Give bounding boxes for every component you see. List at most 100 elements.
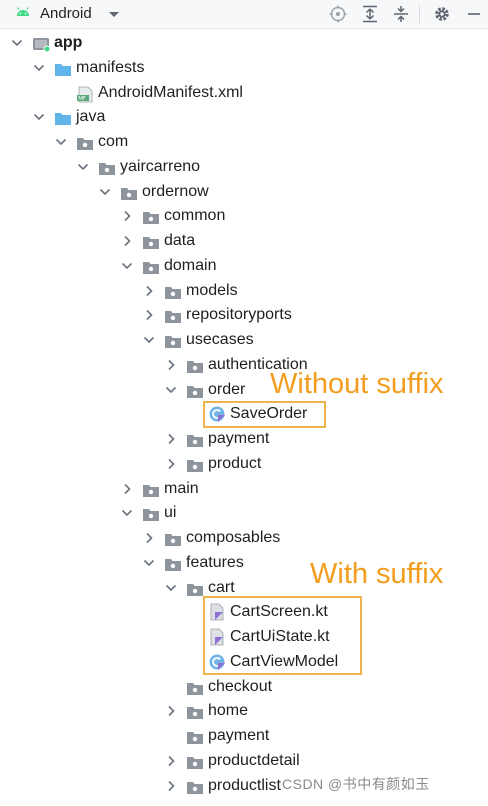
package-icon: [142, 482, 160, 497]
tree-item[interactable]: payment: [0, 427, 488, 452]
tree-item[interactable]: repositoryports: [0, 303, 488, 328]
tree-item[interactable]: productdetail: [0, 749, 488, 774]
tree-item-label: payment: [208, 430, 270, 447]
package-icon: [186, 457, 204, 472]
tree-item-label: product: [208, 454, 262, 472]
package-icon: [186, 779, 204, 794]
tree-item-label: usecases: [186, 331, 254, 348]
package-icon: [142, 209, 160, 225]
folder-icon: [54, 61, 72, 76]
package-icon: [164, 556, 182, 571]
tree-item[interactable]: data: [0, 229, 488, 254]
chevron-down-icon[interactable]: [142, 328, 156, 353]
chevron-right-icon[interactable]: [142, 526, 156, 551]
view-selector[interactable]: Android: [40, 4, 92, 24]
chevron-right-icon[interactable]: [142, 303, 156, 328]
tree-item[interactable]: payment: [0, 724, 488, 749]
tree-item-label: data: [164, 232, 196, 249]
chevron-right-icon[interactable]: [142, 279, 156, 304]
chevron-right-icon[interactable]: [120, 204, 134, 229]
package-icon: [98, 160, 116, 175]
view-selector-label: Android: [40, 5, 92, 22]
tree-item-label: ui: [164, 504, 177, 522]
toolbar-divider: [419, 5, 420, 23]
chevron-right-icon[interactable]: [164, 699, 178, 724]
tree-item[interactable]: yaircarreno: [0, 155, 488, 180]
highlight-box-with-suffix: [203, 596, 362, 675]
package-icon: [164, 531, 182, 546]
settings-icon[interactable]: [432, 4, 452, 24]
chevron-down-icon[interactable]: [10, 31, 24, 56]
tree-item-label: com: [98, 133, 129, 150]
chevron-down-icon[interactable]: [76, 155, 90, 180]
package-icon: [142, 259, 160, 274]
package-icon: [164, 284, 182, 299]
tree-item[interactable]: manifests: [0, 56, 488, 81]
chevron-down-icon[interactable]: [32, 56, 46, 81]
project-view-toolbar: Android: [0, 0, 488, 29]
chevron-down-icon[interactable]: [32, 105, 46, 130]
tree-item[interactable]: MF AndroidManifest.xml: [0, 81, 488, 106]
chevron-right-icon[interactable]: [120, 477, 134, 502]
package-icon: [186, 729, 204, 744]
annotation-without-suffix: Without suffix: [270, 368, 444, 400]
chevron-down-icon[interactable]: [98, 180, 112, 205]
package-icon: [186, 704, 204, 720]
expand-all-icon[interactable]: [360, 4, 380, 24]
hide-icon[interactable]: [465, 4, 483, 24]
android-icon: [14, 4, 32, 24]
module-icon: [32, 36, 51, 53]
package-icon: [186, 432, 204, 447]
package-icon: [120, 185, 138, 200]
tree-item[interactable]: checkout: [0, 675, 488, 700]
chevron-down-icon[interactable]: [164, 576, 178, 601]
chevron-down-icon[interactable]: [120, 501, 134, 526]
tree-item[interactable]: home: [0, 699, 488, 724]
package-icon: [164, 308, 182, 324]
package-icon: [186, 754, 204, 769]
package-icon: [186, 383, 204, 398]
package-icon: [186, 581, 204, 596]
package-icon: [142, 506, 160, 522]
chevron-down-icon[interactable]: [164, 378, 178, 403]
tree-item[interactable]: ui: [0, 501, 488, 526]
tree-item[interactable]: usecases: [0, 328, 488, 353]
tree-item-label: domain: [164, 256, 217, 274]
tree-item[interactable]: common: [0, 204, 488, 229]
chevron-down-icon[interactable]: [120, 254, 134, 279]
tree-item-label: manifests: [76, 58, 145, 76]
tree-item[interactable]: ordernow: [0, 180, 488, 205]
dropdown-icon[interactable]: [107, 5, 121, 25]
tree-item-label: home: [208, 702, 249, 720]
tree-item[interactable]: app: [0, 31, 488, 56]
highlight-box-without-suffix: [203, 401, 326, 428]
folder-icon: [54, 110, 72, 126]
tree-item[interactable]: com: [0, 130, 488, 155]
tree-item-label: productlist: [208, 776, 281, 794]
tree-item-label: checkout: [208, 677, 273, 695]
tree-item[interactable]: models: [0, 279, 488, 304]
tree-item[interactable]: product: [0, 452, 488, 477]
chevron-right-icon[interactable]: [164, 452, 178, 477]
tree-item-label: models: [186, 281, 238, 299]
collapse-all-icon[interactable]: [391, 4, 411, 24]
chevron-right-icon[interactable]: [164, 427, 178, 452]
locate-icon[interactable]: [328, 4, 348, 24]
tree-item-label: app: [54, 34, 83, 51]
tree-item[interactable]: java: [0, 105, 488, 130]
tree-item[interactable]: main: [0, 477, 488, 502]
chevron-right-icon[interactable]: [164, 774, 178, 799]
chevron-down-icon[interactable]: [54, 130, 68, 155]
chevron-right-icon[interactable]: [120, 229, 134, 254]
tree-item-label: features: [186, 553, 244, 571]
tree-item[interactable]: domain: [0, 254, 488, 279]
annotation-with-suffix: With suffix: [310, 558, 444, 590]
chevron-right-icon[interactable]: [164, 749, 178, 774]
chevron-right-icon[interactable]: [164, 353, 178, 378]
tree-item-label: common: [164, 207, 226, 225]
tree-item-label: repositoryports: [186, 306, 292, 324]
tree-item-label: composables: [186, 529, 281, 546]
chevron-down-icon[interactable]: [142, 551, 156, 576]
tree-item-label: ordernow: [142, 182, 209, 200]
tree-item[interactable]: composables: [0, 526, 488, 551]
